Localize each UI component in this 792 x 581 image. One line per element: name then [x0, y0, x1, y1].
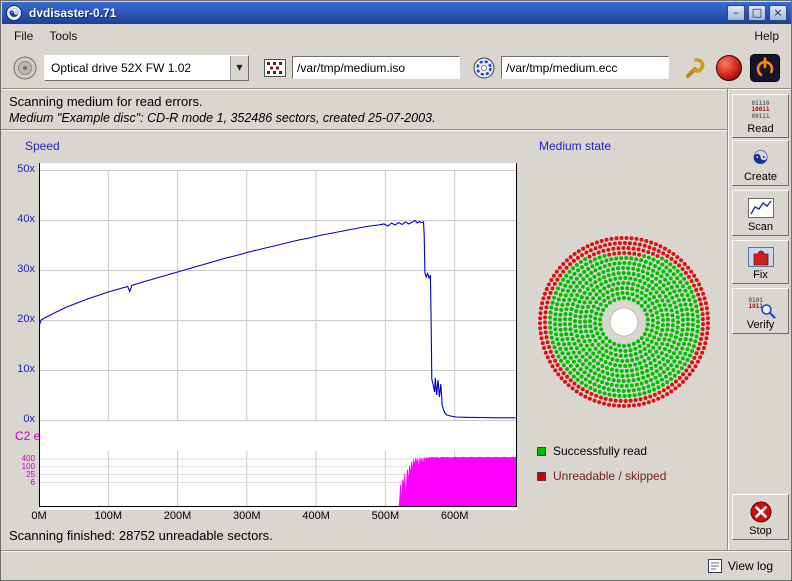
stop-label: Stop [749, 525, 772, 537]
separator [1, 129, 727, 130]
medium-info-line: Medium "Example disc": CD-R mode 1, 3524… [9, 111, 435, 125]
verify-label: Verify [747, 319, 775, 331]
toolbar: Optical drive 52X FW 1.02 ▼ [2, 47, 791, 89]
status-line: Scanning medium for read errors. [9, 94, 203, 109]
read-binary-icon: 01110 10011 00111 [751, 98, 769, 123]
view-log-label: View log [728, 559, 773, 573]
scan-label: Scan [748, 221, 773, 233]
read-button[interactable]: 01110 10011 00111 Read [732, 94, 789, 138]
close-button[interactable]: × [769, 5, 787, 21]
tick-label: 20x [3, 313, 35, 325]
help-icon[interactable] [716, 55, 742, 81]
image-file-input[interactable] [292, 56, 460, 79]
tick-label: 300M [225, 510, 269, 522]
maximize-button[interactable]: □ [748, 5, 766, 21]
tick-label: 0M [17, 510, 61, 522]
action-sidebar: 01110 10011 00111 Read ☯ Create Scan [727, 89, 792, 550]
preferences-wrench-icon[interactable] [681, 54, 709, 82]
legend-read-label: Successfully read [553, 444, 647, 458]
window-title: dvdisaster-0.71 [29, 6, 724, 20]
legend-read: Successfully read [537, 444, 647, 458]
read-label: Read [747, 123, 773, 135]
tick-label: 500M [363, 510, 407, 522]
tick-label: 40x [3, 213, 35, 225]
view-log-button[interactable]: View log [704, 557, 777, 575]
scan-button[interactable]: Scan [732, 190, 789, 236]
tick-label: 10x [3, 363, 35, 375]
scan-result-text: Scanning finished: 28752 unreadable sect… [9, 528, 273, 543]
tick-label: 100M [86, 510, 130, 522]
stop-icon [749, 498, 773, 525]
dvdisaster-window: ☯ dvdisaster-0.71 – □ × File Tools Help … [0, 0, 792, 581]
tick-label: 200M [156, 510, 200, 522]
scan-chart-icon [748, 194, 774, 221]
speed-and-c2-chart [39, 163, 517, 510]
verify-magnifier-icon: 0101 1011 [748, 292, 774, 319]
legend-unreadable: Unreadable / skipped [537, 469, 666, 483]
quit-icon[interactable] [749, 53, 781, 83]
footer-bar: View log [2, 552, 791, 580]
legend-unreadable-label: Unreadable / skipped [553, 469, 666, 483]
fix-puzzle-icon [748, 244, 774, 269]
tick-label: 50x [3, 163, 35, 175]
tick-label: 0x [3, 413, 35, 425]
fix-label: Fix [753, 269, 768, 281]
tick-label: 600M [433, 510, 477, 522]
create-label: Create [744, 171, 777, 183]
minimize-button[interactable]: – [727, 5, 745, 21]
fix-button[interactable]: Fix [732, 240, 789, 284]
log-icon [708, 559, 722, 573]
menubar: File Tools Help [2, 24, 791, 47]
ecc-file-icon [472, 56, 496, 80]
footer-separator [1, 550, 792, 551]
drive-select-value: Optical drive 52X FW 1.02 [45, 61, 230, 75]
legend-unreadable-swatch [537, 472, 546, 481]
tick-label: 400M [294, 510, 338, 522]
medium-state-title: Medium state [539, 139, 611, 153]
verify-button[interactable]: 0101 1011 Verify [732, 288, 789, 334]
menu-tools[interactable]: Tools [41, 26, 85, 46]
chevron-down-icon[interactable]: ▼ [230, 56, 248, 80]
drive-select[interactable]: Optical drive 52X FW 1.02 ▼ [44, 55, 249, 81]
speed-chart-title: Speed [25, 139, 60, 153]
tick-label: 6 [3, 478, 35, 487]
app-menu-icon[interactable]: ☯ [6, 5, 22, 21]
medium-state-disc [536, 234, 712, 410]
create-button[interactable]: ☯ Create [732, 140, 789, 186]
ecc-file-input[interactable] [501, 56, 669, 79]
stop-button[interactable]: Stop [732, 494, 789, 540]
drive-icon [12, 55, 38, 81]
titlebar: ☯ dvdisaster-0.71 – □ × [2, 2, 791, 24]
menu-file[interactable]: File [6, 26, 41, 46]
tick-label: 30x [3, 263, 35, 275]
image-file-icon [263, 56, 287, 80]
yin-yang-icon: ☯ [752, 144, 769, 171]
legend-read-swatch [537, 447, 546, 456]
menu-help[interactable]: Help [746, 26, 787, 46]
